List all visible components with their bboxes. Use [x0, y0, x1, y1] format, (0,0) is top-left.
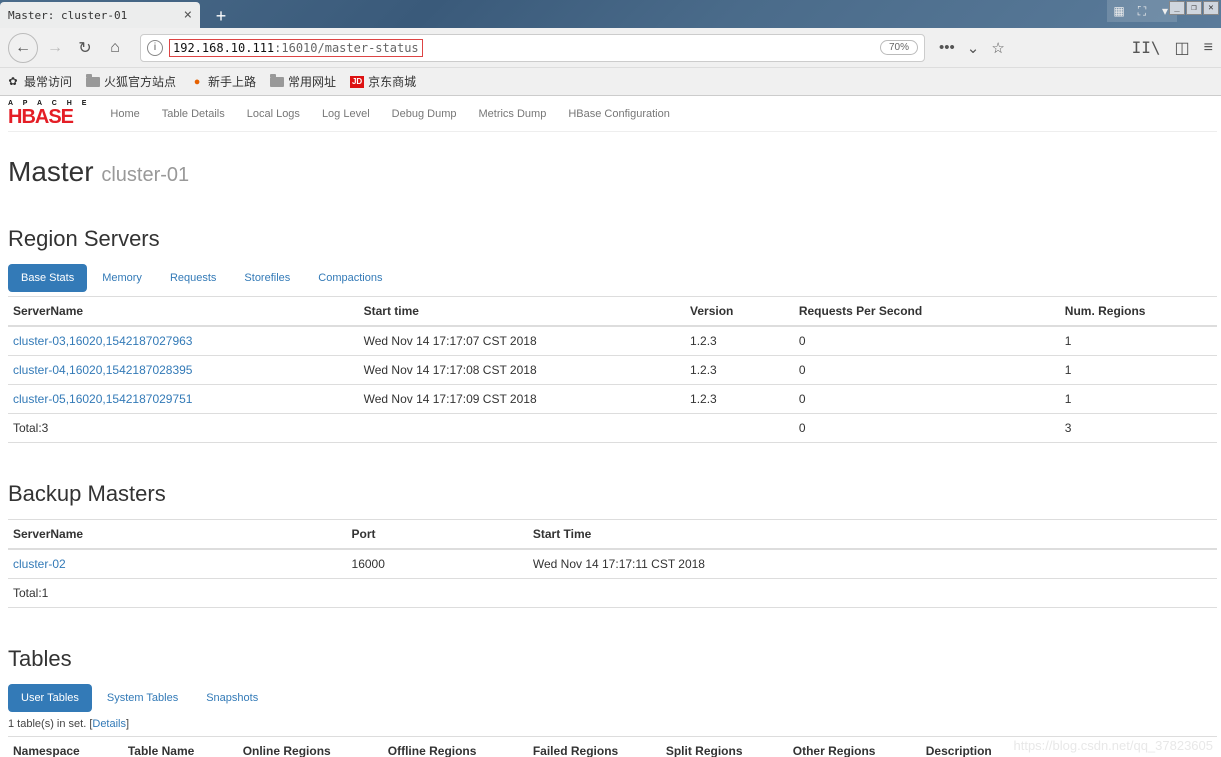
url-text: 192.168.10.111:16010/master-status: [169, 39, 423, 57]
back-button[interactable]: ←: [8, 33, 38, 63]
home-button[interactable]: ⌂: [102, 35, 128, 61]
restore-button[interactable]: ❐: [1186, 1, 1202, 15]
bookmark-jd[interactable]: JD京东商城: [350, 73, 416, 90]
nav-metrics-dump[interactable]: Metrics Dump: [478, 108, 546, 120]
tab-compactions[interactable]: Compactions: [305, 264, 395, 292]
forward-button[interactable]: →: [42, 35, 68, 61]
tables-heading: Tables: [8, 646, 1217, 672]
table-row: cluster-05,16020,1542187029751Wed Nov 14…: [8, 385, 1217, 414]
expand-icon[interactable]: ⛶: [1132, 2, 1152, 20]
nav-log-level[interactable]: Log Level: [322, 108, 370, 120]
col-split-regions: Split Regions: [661, 737, 788, 757]
table-total-row: Total:1: [8, 579, 1217, 608]
bookmark-firefox-site[interactable]: 火狐官方站点: [86, 73, 176, 90]
new-tab-button[interactable]: +: [207, 4, 235, 28]
col-failed-regions: Failed Regions: [528, 737, 661, 757]
table-total-row: Total:303: [8, 414, 1217, 443]
col-namespace: Namespace: [8, 737, 123, 757]
gear-icon: ✿: [6, 76, 20, 88]
col-start-time: Start time: [359, 297, 685, 327]
sidebar-icon[interactable]: ◫: [1175, 38, 1190, 58]
table-row: cluster-03,16020,1542187027963Wed Nov 14…: [8, 326, 1217, 356]
grid-icon[interactable]: ▦: [1109, 2, 1129, 20]
bookmark-getting-started[interactable]: ●新手上路: [190, 73, 256, 90]
nav-local-logs[interactable]: Local Logs: [247, 108, 300, 120]
tables-set-text: 1 table(s) in set. [Details]: [8, 718, 1217, 730]
more-icon[interactable]: •••: [939, 39, 955, 56]
tab-close-icon[interactable]: ×: [184, 7, 192, 23]
minimize-button[interactable]: _: [1169, 1, 1185, 15]
col-description: Description: [921, 737, 1217, 757]
tab-system-tables[interactable]: System Tables: [94, 684, 191, 712]
hbase-logo[interactable]: A P A C H E HBASE: [8, 100, 90, 127]
firefox-icon: ●: [190, 76, 204, 88]
master-subtitle: cluster-01: [101, 164, 189, 186]
tab-title: Master: cluster-01: [8, 9, 127, 22]
bookmark-most-visited[interactable]: ✿最常访问: [6, 73, 72, 90]
bookmarks-toolbar: ✿最常访问 火狐官方站点 ●新手上路 常用网址 JD京东商城: [0, 68, 1221, 96]
reload-button[interactable]: ↻: [72, 35, 98, 61]
nav-debug-dump[interactable]: Debug Dump: [392, 108, 457, 120]
page-title: Master cluster-01: [8, 156, 1217, 188]
bookmark-star-icon[interactable]: ☆: [991, 39, 1004, 57]
server-link[interactable]: cluster-05,16020,1542187029751: [13, 392, 192, 406]
pocket-icon[interactable]: ⌄: [967, 39, 980, 57]
browser-tab-strip: Master: cluster-01 × + ▦ ⛶ ▾ _ ❐ ✕: [0, 0, 1221, 28]
url-toolbar: ← → ↻ ⌂ i 192.168.10.111:16010/master-st…: [0, 28, 1221, 68]
nav-hbase-config[interactable]: HBase Configuration: [568, 108, 670, 120]
col-version: Version: [685, 297, 794, 327]
folder-icon: [86, 77, 100, 87]
browser-tab[interactable]: Master: cluster-01 ×: [0, 2, 200, 28]
top-nav: A P A C H E HBASE Home Table Details Loc…: [8, 96, 1217, 132]
table-row: cluster-04,16020,1542187028395Wed Nov 14…: [8, 356, 1217, 385]
jd-icon: JD: [350, 76, 364, 88]
table-row: cluster-0216000Wed Nov 14 17:17:11 CST 2…: [8, 549, 1217, 579]
tab-base-stats[interactable]: Base Stats: [8, 264, 87, 292]
library-icon[interactable]: II\: [1132, 38, 1161, 57]
details-link[interactable]: Details: [92, 718, 126, 730]
tables-table: Namespace Table Name Online Regions Offl…: [8, 736, 1217, 757]
col-servername: ServerName: [8, 520, 347, 550]
nav-home[interactable]: Home: [110, 108, 139, 120]
tables-tabs: User Tables System Tables Snapshots: [8, 684, 1217, 712]
col-other-regions: Other Regions: [788, 737, 921, 757]
col-offline-regions: Offline Regions: [383, 737, 528, 757]
tab-storefiles[interactable]: Storefiles: [231, 264, 303, 292]
col-table-name: Table Name: [123, 737, 238, 757]
menu-icon[interactable]: ≡: [1204, 39, 1213, 57]
url-bar[interactable]: i 192.168.10.111:16010/master-status 70%: [140, 34, 925, 62]
tab-memory[interactable]: Memory: [89, 264, 155, 292]
col-servername: ServerName: [8, 297, 359, 327]
server-link[interactable]: cluster-03,16020,1542187027963: [13, 334, 192, 348]
server-link[interactable]: cluster-02: [13, 557, 66, 571]
backup-masters-table: ServerName Port Start Time cluster-02160…: [8, 519, 1217, 608]
col-num-regions: Num. Regions: [1060, 297, 1217, 327]
col-rps: Requests Per Second: [794, 297, 1060, 327]
tab-snapshots[interactable]: Snapshots: [193, 684, 271, 712]
backup-masters-heading: Backup Masters: [8, 481, 1217, 507]
region-servers-heading: Region Servers: [8, 226, 1217, 252]
col-online-regions: Online Regions: [238, 737, 383, 757]
server-link[interactable]: cluster-04,16020,1542187028395: [13, 363, 192, 377]
bookmark-common-urls[interactable]: 常用网址: [270, 73, 336, 90]
zoom-badge[interactable]: 70%: [880, 40, 918, 55]
region-servers-table: ServerName Start time Version Requests P…: [8, 296, 1217, 443]
tab-requests[interactable]: Requests: [157, 264, 229, 292]
nav-table-details[interactable]: Table Details: [162, 108, 225, 120]
info-icon[interactable]: i: [147, 40, 163, 56]
folder-icon: [270, 77, 284, 87]
window-controls: _ ❐ ✕: [1168, 1, 1219, 15]
col-start-time: Start Time: [528, 520, 1217, 550]
col-port: Port: [347, 520, 528, 550]
region-servers-tabs: Base Stats Memory Requests Storefiles Co…: [8, 264, 1217, 292]
tab-user-tables[interactable]: User Tables: [8, 684, 92, 712]
close-window-button[interactable]: ✕: [1203, 1, 1219, 15]
